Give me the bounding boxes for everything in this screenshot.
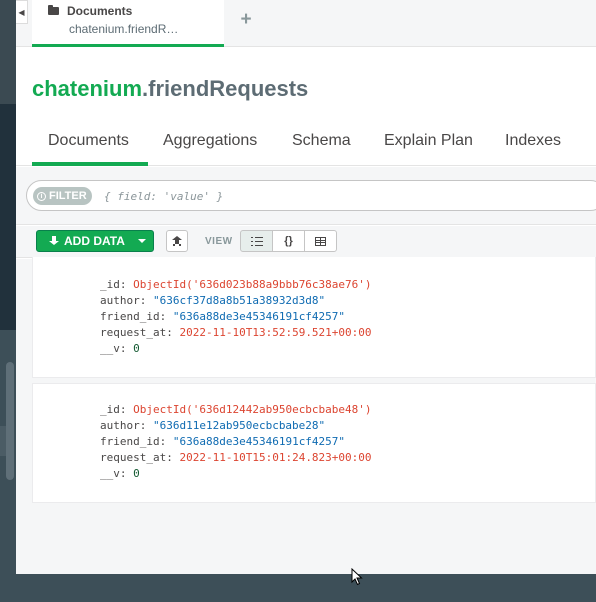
compass-window: ◀ Documents chatenium.friendR… + chateni… <box>0 0 596 602</box>
tab-title: Documents <box>67 4 133 18</box>
sidebar-middle <box>0 104 16 330</box>
collection-title: chatenium.friendRequests <box>32 76 308 102</box>
document-field: author: "636cf37d8a8b51a38932d3d8" <box>100 294 326 307</box>
document-field: request_at: 2022-11-10T15:01:24.823+00:0… <box>100 451 372 464</box>
json-view-button[interactable]: {} <box>272 230 305 252</box>
caret-left-icon: ◀ <box>18 7 25 17</box>
tabs-scroll-left-button[interactable]: ◀ <box>16 0 28 24</box>
list-view-button[interactable] <box>240 230 273 252</box>
tab-documents[interactable]: Documents chatenium.friendR… <box>32 0 224 47</box>
document-field: __v: 0 <box>100 342 140 355</box>
tab-explain-plan[interactable]: Explain Plan <box>384 132 473 150</box>
download-icon <box>49 235 59 247</box>
document-field: friend_id: "636a88de3e45346191cf4257" <box>100 310 346 323</box>
document-field: request_at: 2022-11-10T13:52:59.521+00:0… <box>100 326 372 339</box>
export-icon <box>172 236 182 246</box>
braces-icon: {} <box>284 235 293 247</box>
active-tab-indicator <box>32 162 148 166</box>
collection-name: .friendRequests <box>142 76 309 101</box>
tab-namespace: chatenium.friendR… <box>69 22 179 36</box>
document-field: _id: ObjectId('636d023b88a9bbb76c38ae76'… <box>100 278 372 291</box>
list-icon <box>250 236 263 246</box>
document-field: _id: ObjectId('636d12442ab950ecbcbabe48'… <box>100 403 372 416</box>
collection-subtabs: Documents Aggregations Schema Explain Pl… <box>16 124 596 166</box>
workspace-tabs: ◀ Documents chatenium.friendR… + <box>16 0 596 47</box>
filter-input[interactable] <box>104 187 404 205</box>
document-field: author: "636d11e12ab950ecbcbabe28" <box>100 419 326 432</box>
tab-documents-view[interactable]: Documents <box>48 132 129 150</box>
sidebar-edge <box>0 0 16 574</box>
documents-toolbar: ADD DATA VIEW {} <box>16 226 596 258</box>
tab-schema[interactable]: Schema <box>292 132 351 150</box>
tab-indexes[interactable]: Indexes <box>505 132 561 150</box>
add-data-button[interactable]: ADD DATA <box>36 230 154 252</box>
document-card[interactable]: _id: ObjectId('636d12442ab950ecbcbabe48'… <box>32 383 596 503</box>
query-bar: i FILTER <box>16 167 596 225</box>
view-switcher: {} <box>240 230 337 252</box>
document-card[interactable]: _id: ObjectId('636d023b88a9bbb76c38ae76'… <box>32 257 596 378</box>
info-icon: i <box>37 191 46 201</box>
tab-aggregations[interactable]: Aggregations <box>163 132 257 150</box>
filter-box: i FILTER <box>26 180 596 211</box>
status-bar <box>0 574 596 602</box>
sidebar-top <box>0 0 16 104</box>
view-label: VIEW <box>205 236 233 247</box>
sidebar-scrollbar[interactable] <box>6 362 14 480</box>
document-field: friend_id: "636a88de3e45346191cf4257" <box>100 435 346 448</box>
mouse-cursor-icon <box>351 568 363 586</box>
table-icon <box>315 236 326 246</box>
database-name[interactable]: chatenium <box>32 76 142 101</box>
documents-list: _id: ObjectId('636d023b88a9bbb76c38ae76'… <box>16 257 596 574</box>
table-view-button[interactable] <box>304 230 337 252</box>
caret-down-icon <box>137 239 146 243</box>
filter-label: FILTER <box>49 190 87 202</box>
folder-icon <box>48 5 59 15</box>
export-button[interactable] <box>166 230 188 252</box>
document-field: __v: 0 <box>100 467 140 480</box>
add-tab-button[interactable]: + <box>238 8 254 32</box>
filter-pill[interactable]: i FILTER <box>33 187 92 205</box>
add-data-label: ADD DATA <box>64 234 125 248</box>
